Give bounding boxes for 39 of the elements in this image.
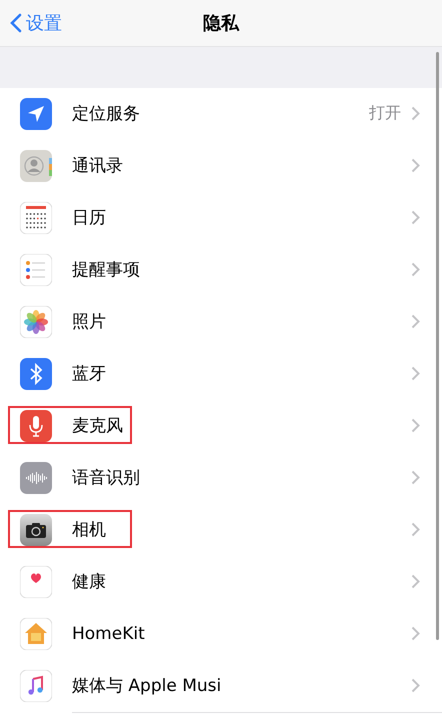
setting-label: 日历: [72, 207, 107, 229]
chevron-icon: [411, 158, 420, 173]
page-title: 隐私: [203, 12, 239, 35]
camera-icon: [20, 514, 52, 546]
heart-icon: [20, 566, 52, 598]
chevron-icon: [411, 262, 420, 277]
setting-label: 健康: [72, 571, 107, 593]
contact-card-icon: [20, 150, 52, 182]
house-icon: [20, 618, 52, 650]
setting-value: 打开: [369, 103, 401, 124]
chevron-icon: [411, 366, 420, 381]
setting-label: 提醒事项: [72, 259, 141, 281]
back-button[interactable]: 设置: [0, 11, 62, 35]
chevron-icon: [411, 678, 420, 693]
calendar-icon: [20, 202, 52, 234]
setting-label: 麦克风: [72, 415, 124, 437]
setting-label: 通讯录: [72, 155, 124, 177]
music-note-icon: [20, 670, 52, 702]
chevron-icon: [411, 210, 420, 225]
bluetooth-icon: [20, 358, 52, 390]
microphone-icon: [20, 410, 52, 442]
chevron-icon: [411, 314, 420, 329]
setting-label: 照片: [72, 311, 107, 333]
waveform-icon: [20, 462, 52, 494]
setting-label: 语音识别: [72, 467, 141, 489]
chevron-icon: [411, 418, 420, 433]
chevron-icon: [411, 106, 420, 121]
chevron-icon: [411, 522, 420, 537]
flower-icon: [20, 306, 52, 338]
setting-label: HomeKit: [72, 624, 146, 644]
chevron-icon: [411, 574, 420, 589]
setting-label: 蓝牙: [72, 363, 107, 385]
checklist-icon: [20, 254, 52, 286]
setting-label: 相机: [72, 519, 107, 541]
setting-label: 媒体与 Apple Musi: [72, 675, 222, 697]
chevron-icon: [411, 626, 420, 641]
chevron-icon: [411, 470, 420, 485]
setting-label: 定位服务: [72, 103, 141, 125]
back-chevron-icon: [10, 13, 22, 33]
